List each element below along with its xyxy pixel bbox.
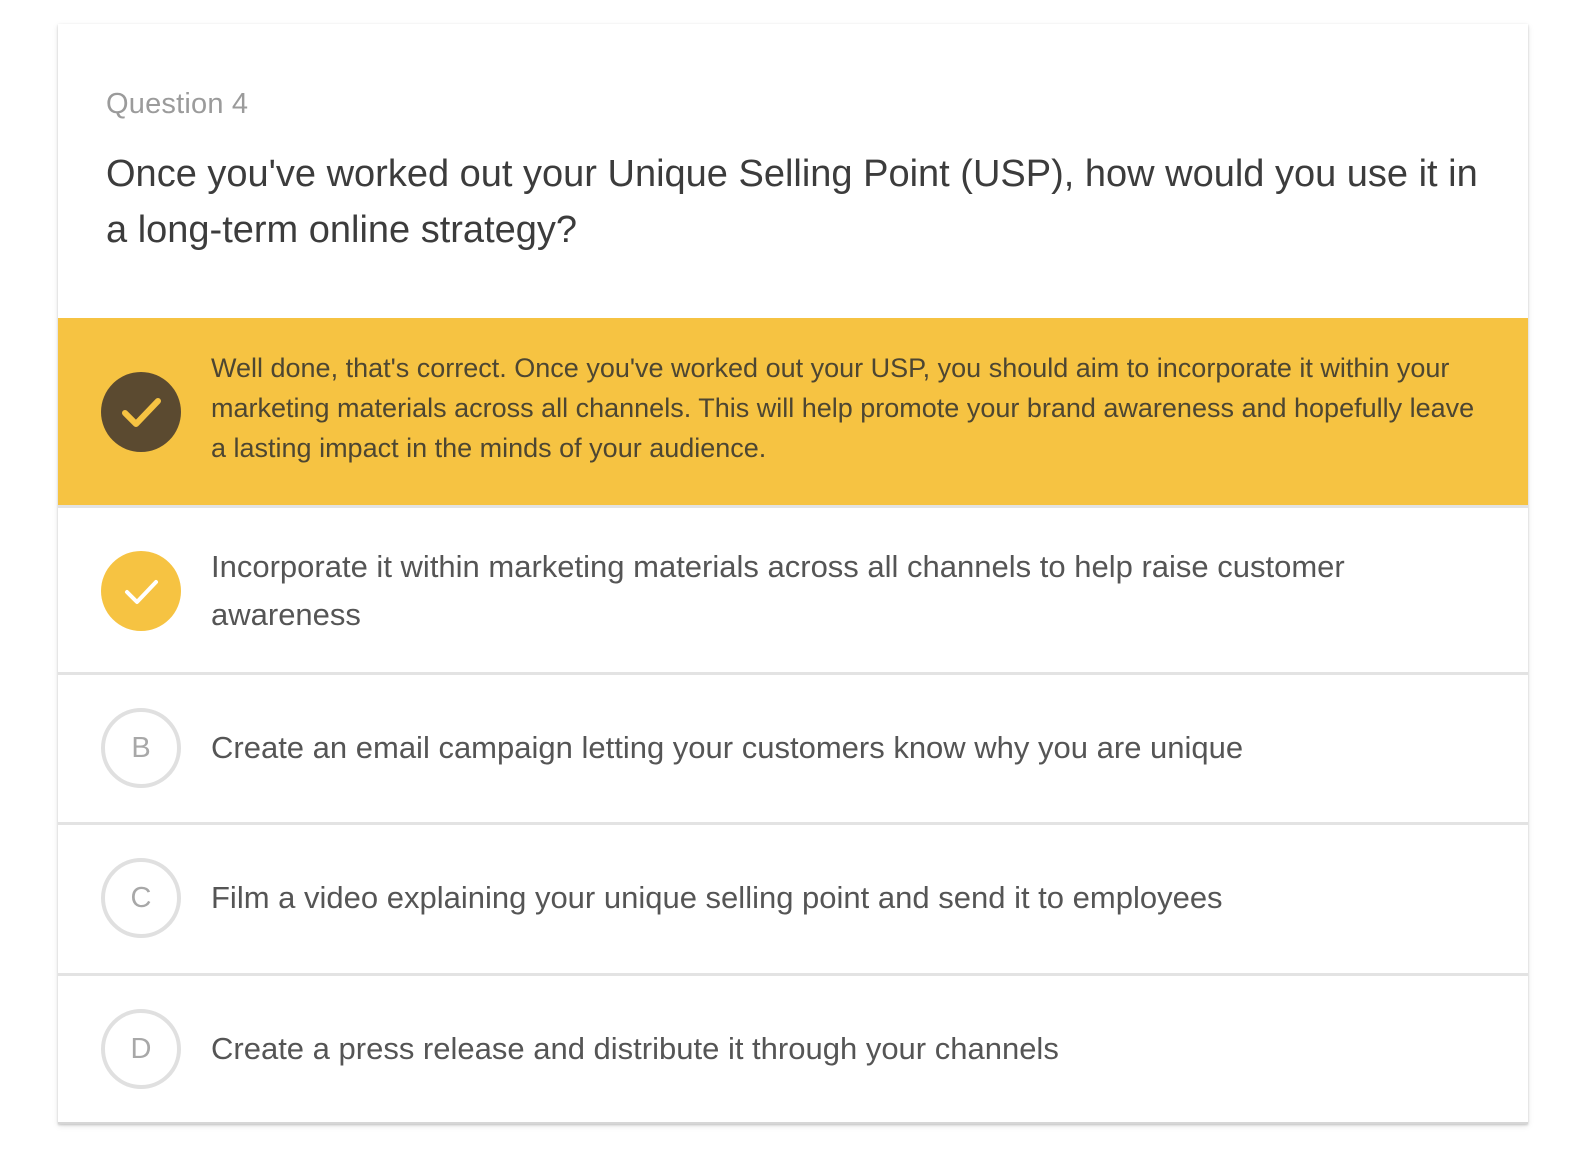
answer-option-label: Incorporate it within marketing material… [211,549,1345,632]
check-icon [101,551,181,631]
answer-option-label: Create a press release and distribute it… [211,1031,1059,1066]
card-bottom-divider [58,1122,1528,1124]
option-letter-badge: D [101,1009,181,1089]
check-circle-icon [101,372,181,452]
answer-option-label: Create an email campaign letting your cu… [211,730,1244,765]
question-text: Once you've worked out your Unique Selli… [106,153,1478,251]
question-number: Question 4 [106,88,249,120]
answer-option-label: Film a video explaining your unique sell… [211,880,1223,915]
answer-option-d[interactable]: D Create a press release and distribute … [58,973,1528,1124]
answer-option-a[interactable]: Incorporate it within marketing material… [58,505,1528,672]
feedback-text: Well done, that's correct. Once you've w… [211,353,1475,463]
feedback-banner: Well done, that's correct. Once you've w… [58,318,1528,505]
question-header: Question 4 Once you've worked out your U… [58,24,1528,318]
option-letter-badge: C [101,858,181,938]
quiz-question-card: Question 4 Once you've worked out your U… [58,24,1528,1124]
answer-option-b[interactable]: B Create an email campaign letting your … [58,672,1528,822]
option-letter-badge: B [101,708,181,788]
answer-option-c[interactable]: C Film a video explaining your unique se… [58,822,1528,973]
